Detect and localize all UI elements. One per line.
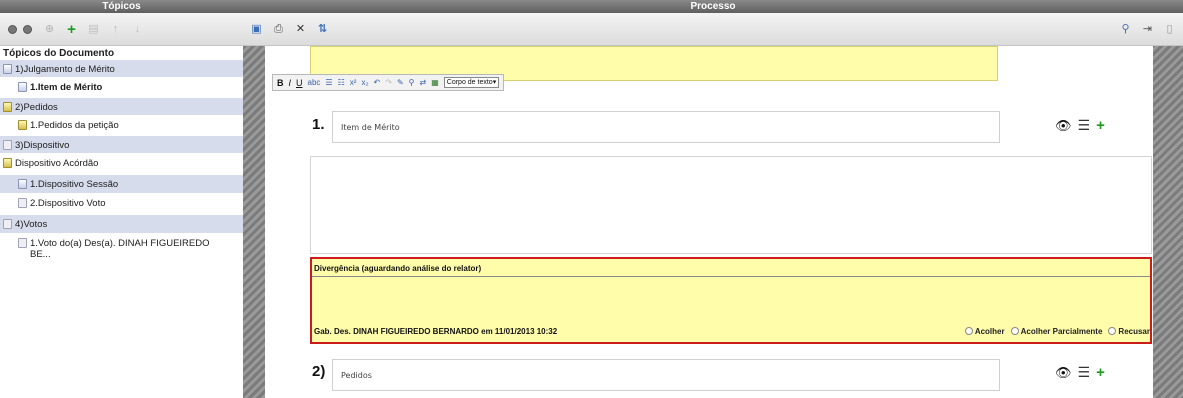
bold-button[interactable]: B: [277, 78, 284, 88]
tree-node[interactable]: 2.Dispositivo Voto: [0, 194, 243, 214]
table-icon[interactable]: ▦: [431, 78, 439, 87]
topic-icon: [18, 120, 27, 130]
list-icon[interactable]: ☰: [1078, 117, 1091, 134]
expand-all-icon[interactable]: [6, 23, 19, 36]
move-up-icon[interactable]: ↑: [109, 23, 122, 36]
paragraph-style-select[interactable]: Corpo de texto▾: [443, 77, 500, 88]
option-recusar[interactable]: Recusar: [1108, 327, 1150, 336]
topic-icon: [3, 158, 12, 168]
topic-icon: [3, 140, 12, 150]
add-topic-icon[interactable]: +: [65, 22, 78, 37]
process-header: Processo: [243, 0, 1183, 13]
italic-button[interactable]: I: [289, 78, 292, 88]
item-2-title-field[interactable]: Pedidos: [332, 359, 1000, 391]
redo-icon[interactable]: ↷: [385, 78, 392, 87]
topics-header: Tópicos: [0, 0, 243, 13]
tree-node[interactable]: 1.Item de Mérito: [0, 78, 243, 97]
radio-icon[interactable]: [964, 327, 973, 335]
tree-node-label: 3)Dispositivo: [15, 140, 70, 151]
tree-node-label: 1.Voto do(a) Des(a). DINAH FIGUEIREDO BE…: [30, 238, 210, 260]
bullet-list-icon[interactable]: ☰: [325, 78, 332, 87]
editor-area: B I U abc ☰ ☷ x² x₂ ↶ ↷ ✎ ⚲ ⇄ ▦ Corpo de…: [243, 46, 1183, 398]
export-icon[interactable]: ⇥: [1141, 23, 1154, 36]
add-subitem-icon[interactable]: +: [1096, 117, 1105, 134]
topic-icon: [3, 102, 12, 112]
tree-node-label: 4)Votos: [15, 219, 48, 230]
item-1-body[interactable]: [310, 156, 1152, 254]
process-panel: Processo ▣ ⎙ ✕ ⇅ ⚲ ⇥ ▯ B I U abc ☰ ☷ x² …: [243, 0, 1183, 398]
tree-node[interactable]: 1.Voto do(a) Des(a). DINAH FIGUEIREDO BE…: [0, 234, 243, 270]
topic-icon: [18, 179, 27, 189]
format-toolbar: B I U abc ☰ ☷ x² x₂ ↶ ↷ ✎ ⚲ ⇄ ▦ Corpo de…: [272, 74, 505, 91]
eye-icon[interactable]: 👁: [1055, 118, 1072, 134]
print-icon[interactable]: ⎙: [272, 23, 285, 36]
radio-icon[interactable]: [1010, 327, 1019, 335]
process-toolbar: ▣ ⎙ ✕ ⇅ ⚲ ⇥ ▯: [243, 13, 1183, 46]
document-page: B I U abc ☰ ☷ x² x₂ ↶ ↷ ✎ ⚲ ⇄ ▦ Corpo de…: [265, 46, 1153, 398]
chevron-down-icon: ▾: [492, 79, 497, 86]
tree-node[interactable]: 4)Votos: [0, 214, 243, 234]
divergence-box: Divergência (aguardando análise do relat…: [310, 257, 1152, 344]
subscript-icon[interactable]: x₂: [361, 78, 368, 87]
search-icon[interactable]: ⚲: [1119, 23, 1132, 36]
tree-node-label: 1.Dispositivo Sessão: [30, 179, 119, 190]
item-1-actions: 👁 ☰ +: [1055, 117, 1105, 134]
item-2-actions: 👁 ☰ +: [1055, 364, 1105, 381]
tree-node[interactable]: 1.Pedidos da petição: [0, 116, 243, 135]
edit-icon[interactable]: ✎: [397, 78, 404, 87]
topic-icon: [18, 82, 27, 92]
radio-icon[interactable]: [1108, 327, 1117, 335]
divergence-options: Acolher Acolher Parcialmente Recusar: [964, 327, 1150, 336]
tree-node-label: 1.Item de Mérito: [30, 82, 103, 93]
delete-topic-icon[interactable]: ▤: [87, 23, 100, 36]
topic-tree: 1)Julgamento de Mérito 1.Item de Mérito 2)…: [0, 59, 243, 270]
divergence-author: Gab. Des. DINAH FIGUEIREDO BERNARDO em 1…: [314, 327, 558, 336]
topic-icon: [3, 219, 12, 229]
add-disabled-icon[interactable]: ⊕: [43, 23, 56, 36]
collapse-all-icon[interactable]: [21, 23, 34, 36]
refresh-icon[interactable]: ⇅: [316, 23, 329, 36]
item-1-title-field[interactable]: Item de Mérito: [332, 111, 1000, 143]
topic-icon: [3, 64, 12, 74]
item-2-number: 2): [312, 363, 326, 380]
replace-icon[interactable]: ⇄: [420, 78, 427, 87]
tree-node[interactable]: Dispositivo Acórdão: [0, 154, 243, 174]
tree-node-label: 1)Julgamento de Mérito: [15, 64, 115, 75]
fullscreen-icon[interactable]: ✕: [294, 23, 307, 36]
tree-node-label: 2)Pedidos: [15, 102, 58, 113]
tree-node-label: 1.Pedidos da petição: [30, 120, 119, 131]
topics-panel: Tópicos ⊕ + ▤ ↑ ↓ Tópicos do Documento 1…: [0, 0, 243, 398]
topic-icon: [18, 198, 27, 208]
tree-node[interactable]: 3)Dispositivo: [0, 135, 243, 154]
topic-icon: [18, 238, 27, 248]
tree-node[interactable]: 1)Julgamento de Mérito: [0, 59, 243, 78]
tree-node[interactable]: 1.Dispositivo Sessão: [0, 174, 243, 194]
add-subitem-icon[interactable]: +: [1096, 364, 1105, 381]
option-acolher[interactable]: Acolher: [964, 327, 1005, 336]
numbered-list-icon[interactable]: ☷: [338, 78, 345, 87]
save-icon[interactable]: ▣: [250, 23, 263, 36]
tree-node[interactable]: 2)Pedidos: [0, 97, 243, 116]
undo-icon[interactable]: ↶: [374, 78, 381, 87]
topics-toolbar: ⊕ + ▤ ↑ ↓: [0, 13, 243, 46]
list-icon[interactable]: ☰: [1078, 364, 1091, 381]
divergence-title: Divergência (aguardando análise do relat…: [312, 259, 1150, 277]
tree-node-label: Dispositivo Acórdão: [15, 158, 99, 169]
superscript-icon[interactable]: x²: [350, 78, 357, 87]
eye-icon[interactable]: 👁: [1055, 365, 1072, 381]
find-icon[interactable]: ⚲: [409, 78, 415, 87]
tree-node-label: 2.Dispositivo Voto: [30, 198, 106, 209]
option-acolher-parcialmente[interactable]: Acolher Parcialmente: [1010, 327, 1102, 336]
tree-title: Tópicos do Documento: [3, 48, 115, 59]
strikethrough-icon[interactable]: abc: [308, 78, 321, 87]
move-down-icon[interactable]: ↓: [131, 23, 144, 36]
item-1-number: 1.: [312, 116, 325, 133]
underline-button[interactable]: U: [296, 78, 303, 88]
document-icon[interactable]: ▯: [1163, 23, 1176, 36]
